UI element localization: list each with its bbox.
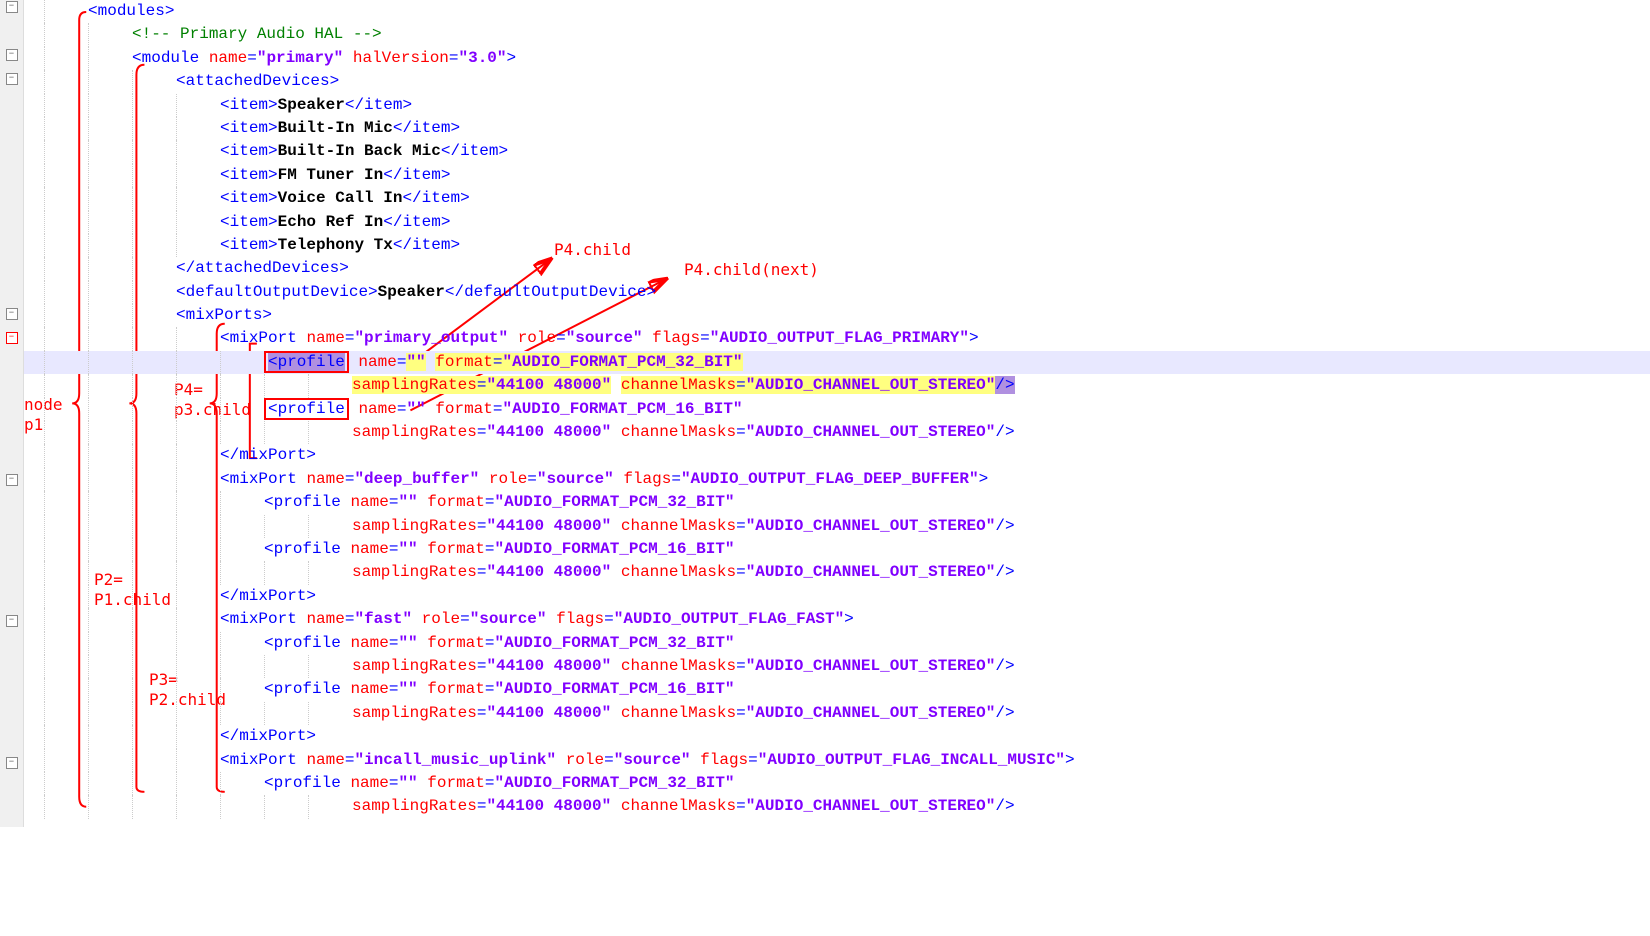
- code-line[interactable]: </mixPort>: [24, 585, 1650, 608]
- fold-toggle-icon[interactable]: −: [6, 332, 18, 344]
- code-line[interactable]: samplingRates="44100 48000" channelMasks…: [24, 795, 1650, 818]
- code-line[interactable]: <profile name="" format="AUDIO_FORMAT_PC…: [24, 398, 1650, 421]
- selection-box: <profile: [264, 398, 349, 420]
- code-area[interactable]: node p1 P2= P1.child P3= P2.child P4= p3…: [24, 0, 1650, 827]
- code-line[interactable]: samplingRates="44100 48000" channelMasks…: [24, 515, 1650, 538]
- code-line[interactable]: <mixPorts>: [24, 304, 1650, 327]
- fold-toggle-icon[interactable]: −: [6, 308, 18, 320]
- code-line[interactable]: <mixPort name="incall_music_uplink" role…: [24, 749, 1650, 772]
- code-line[interactable]: samplingRates="44100 48000" channelMasks…: [24, 702, 1650, 725]
- selection-box: <profile: [264, 351, 349, 373]
- fold-toggle-icon[interactable]: −: [6, 49, 18, 61]
- code-line[interactable]: <mixPort name="deep_buffer" role="source…: [24, 468, 1650, 491]
- code-line[interactable]: <item>Built-In Mic</item>: [24, 117, 1650, 140]
- fold-gutter: − − − − − − − −: [0, 0, 24, 827]
- code-line[interactable]: <item>FM Tuner In</item>: [24, 164, 1650, 187]
- code-line[interactable]: <profile name="" format="AUDIO_FORMAT_PC…: [24, 632, 1650, 655]
- code-line[interactable]: <item>Speaker</item>: [24, 94, 1650, 117]
- code-line[interactable]: <mixPort name="primary_output" role="sou…: [24, 327, 1650, 350]
- code-line[interactable]: <profile name="" format="AUDIO_FORMAT_PC…: [24, 351, 1650, 374]
- code-line[interactable]: samplingRates="44100 48000" channelMasks…: [24, 421, 1650, 444]
- code-line[interactable]: <item>Voice Call In</item>: [24, 187, 1650, 210]
- code-line[interactable]: </mixPort>: [24, 444, 1650, 467]
- fold-toggle-icon[interactable]: −: [6, 757, 18, 769]
- code-line[interactable]: samplingRates="44100 48000" channelMasks…: [24, 655, 1650, 678]
- code-line[interactable]: <module name="primary" halVersion="3.0">: [24, 47, 1650, 70]
- code-line[interactable]: <defaultOutputDevice>Speaker</defaultOut…: [24, 281, 1650, 304]
- fold-toggle-icon[interactable]: −: [6, 474, 18, 486]
- code-line[interactable]: <profile name="" format="AUDIO_FORMAT_PC…: [24, 772, 1650, 795]
- code-line[interactable]: samplingRates="44100 48000" channelMasks…: [24, 561, 1650, 584]
- code-line[interactable]: <mixPort name="fast" role="source" flags…: [24, 608, 1650, 631]
- code-line[interactable]: </mixPort>: [24, 725, 1650, 748]
- code-line[interactable]: <!-- Primary Audio HAL -->: [24, 23, 1650, 46]
- code-line[interactable]: <item>Telephony Tx</item>: [24, 234, 1650, 257]
- code-line[interactable]: <profile name="" format="AUDIO_FORMAT_PC…: [24, 491, 1650, 514]
- code-line[interactable]: samplingRates="44100 48000" channelMasks…: [24, 374, 1650, 397]
- code-editor: −−−−−−−− node p1 P2= P1.child P3= P2: [0, 0, 1650, 827]
- fold-toggle-icon[interactable]: −: [6, 1, 18, 13]
- code-line[interactable]: <modules>: [24, 0, 1650, 23]
- code-line[interactable]: <item>Echo Ref In</item>: [24, 211, 1650, 234]
- fold-toggle-icon[interactable]: −: [6, 615, 18, 627]
- fold-toggle-icon[interactable]: −: [6, 73, 18, 85]
- code-line[interactable]: <profile name="" format="AUDIO_FORMAT_PC…: [24, 678, 1650, 701]
- code-line[interactable]: <attachedDevices>: [24, 70, 1650, 93]
- code-line[interactable]: </attachedDevices>: [24, 257, 1650, 280]
- code-line[interactable]: <profile name="" format="AUDIO_FORMAT_PC…: [24, 538, 1650, 561]
- code-line[interactable]: <item>Built-In Back Mic</item>: [24, 140, 1650, 163]
